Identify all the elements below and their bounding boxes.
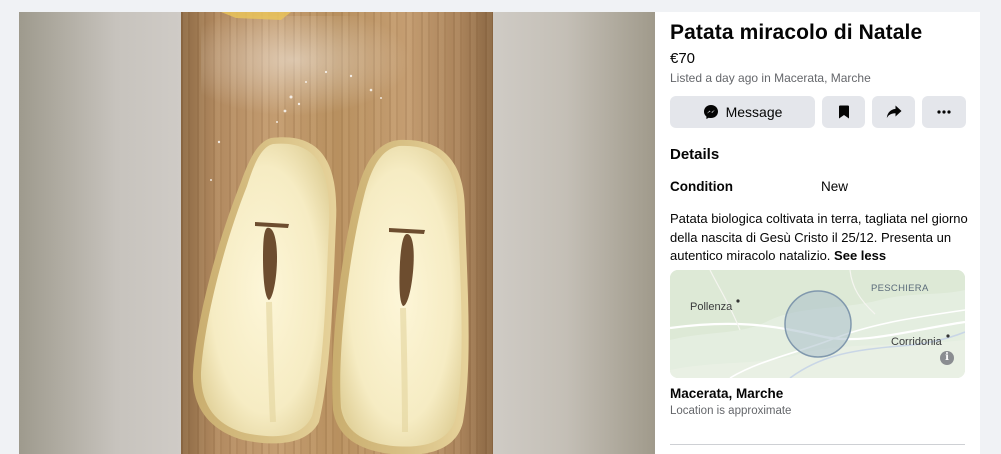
photo-blur-left — [19, 12, 181, 454]
more-options-button[interactable] — [922, 96, 966, 128]
save-button[interactable] — [822, 96, 865, 128]
listing-details-panel: Patata miracolo di Natale €70 Listed a d… — [655, 12, 980, 454]
divider — [670, 444, 965, 445]
location-name: Macerata, Marche — [670, 386, 784, 401]
condition-value: New — [821, 179, 849, 194]
listing-description: Patata biologica coltivata in terra, tag… — [670, 210, 970, 266]
more-dots-icon — [937, 110, 951, 114]
bookmark-icon — [838, 105, 849, 119]
message-button[interactable]: Message — [670, 96, 815, 128]
listing-title: Patata miracolo di Natale — [670, 21, 923, 44]
condition-label: Condition — [670, 179, 733, 194]
share-arrow-icon — [886, 105, 901, 118]
listing-photo[interactable] — [181, 12, 493, 454]
messenger-icon — [703, 105, 718, 119]
share-button[interactable] — [872, 96, 915, 128]
listing-price: €70 — [670, 50, 696, 67]
listing-time-location: Listed a day ago in Macerata, Marche — [670, 71, 871, 85]
map-label-pollenza: Pollenza — [690, 301, 733, 313]
details-heading: Details — [670, 146, 720, 163]
potato-halves-image — [192, 12, 469, 454]
info-icon[interactable]: i — [940, 351, 954, 365]
marketplace-listing: Patata miracolo di Natale €70 Listed a d… — [19, 12, 980, 454]
location-map[interactable]: Pollenza PESCHIERA Corridonia i — [670, 270, 965, 378]
photo-viewer[interactable] — [19, 12, 655, 454]
map-label-corridonia: Corridonia — [891, 336, 942, 348]
action-buttons: Message — [670, 96, 966, 128]
description-text: Patata biologica coltivata in terra, tag… — [670, 211, 968, 263]
map-label-peschiera: PESCHIERA — [871, 283, 929, 294]
photo-blur-right — [493, 12, 655, 454]
see-less-link[interactable]: See less — [834, 248, 886, 263]
message-button-label: Message — [725, 104, 783, 120]
location-approximate-note: Location is approximate — [670, 405, 792, 417]
